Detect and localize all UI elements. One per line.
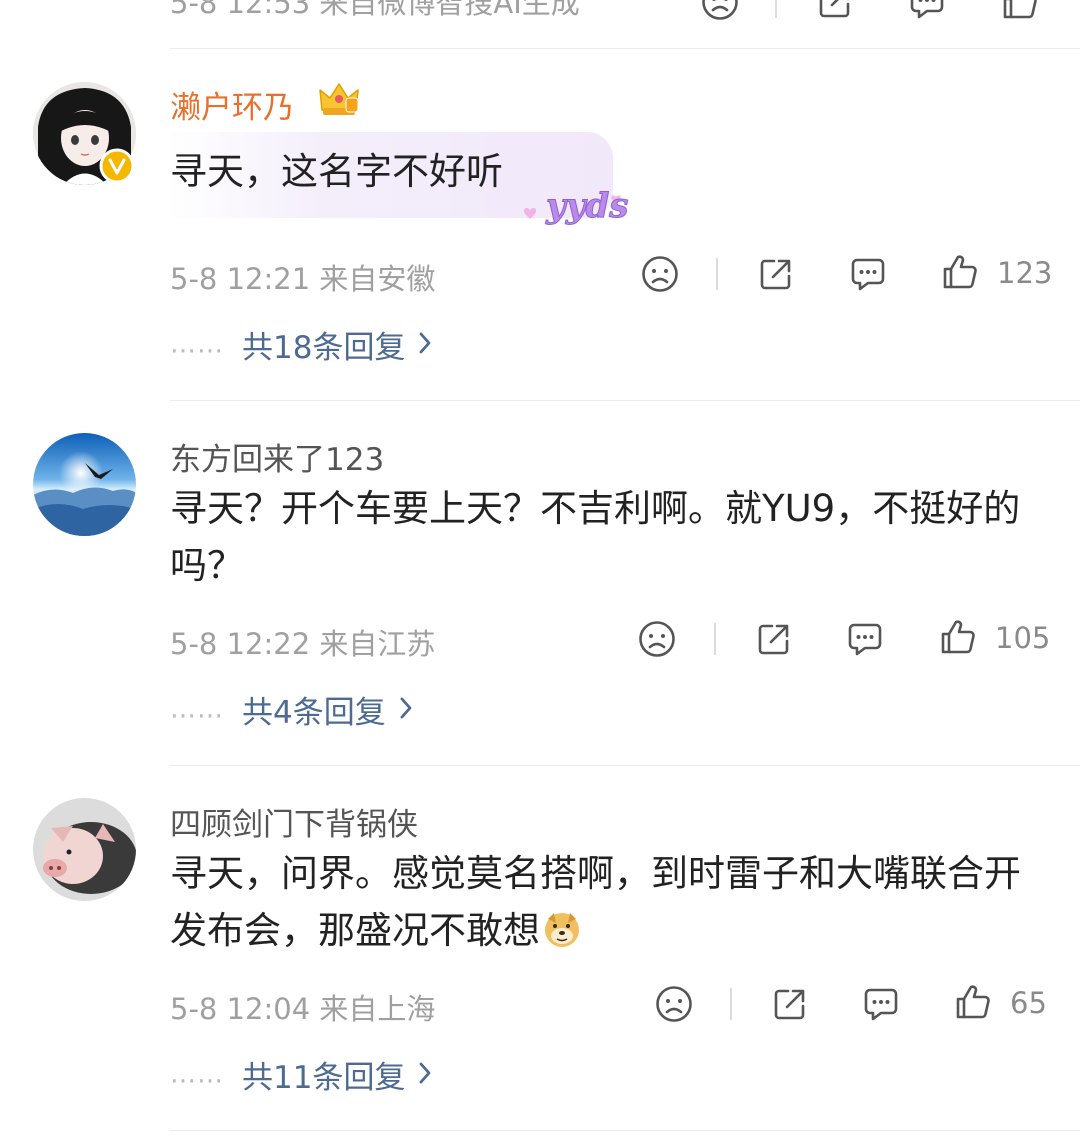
share-icon[interactable] xyxy=(815,0,855,26)
comment-text-content: 寻天，问界。感觉莫名搭啊，到时雷子和大嘴联合开发布会，那盛况不敢想 xyxy=(170,852,1021,952)
sad-face-icon[interactable] xyxy=(637,619,677,659)
timestamp: 5-8 12:22 xyxy=(170,627,311,661)
username[interactable]: 濑户环乃 xyxy=(170,82,294,127)
sad-face-icon[interactable] xyxy=(654,984,694,1024)
divider xyxy=(170,1130,1080,1131)
comment-icon[interactable] xyxy=(845,619,885,659)
comment-meta: 5-8 12:22 来自江苏 xyxy=(170,621,435,663)
replies-count-label[interactable]: 共11条回复 xyxy=(242,1060,405,1096)
replies-count-label[interactable]: 共18条回复 xyxy=(242,330,405,366)
replies-count-label[interactable]: 共4条回复 xyxy=(242,695,386,731)
thumbs-up-icon[interactable] xyxy=(940,252,980,292)
sad-face-icon[interactable] xyxy=(640,254,680,294)
previous-comment-footer: 5-8 12:53 来自微博智搜AI生成 xyxy=(0,0,1080,48)
comment-icon[interactable] xyxy=(861,984,901,1024)
share-icon[interactable] xyxy=(770,984,810,1024)
sad-face-icon[interactable] xyxy=(700,0,740,26)
action-separator xyxy=(716,258,718,290)
timestamp: 5-8 12:21 xyxy=(170,262,311,296)
replies-dots: …… xyxy=(170,1059,224,1090)
location: 来自上海 xyxy=(319,992,436,1026)
comment-meta: 5-8 12:53 来自微博智搜AI生成 xyxy=(170,0,580,20)
like-count: 105 xyxy=(995,621,1051,655)
comment-text: 寻天，问界。感觉莫名搭啊，到时雷子和大嘴联合开发布会，那盛况不敢想 xyxy=(170,845,1055,959)
replies-dots: …… xyxy=(170,694,224,725)
share-icon[interactable] xyxy=(756,254,796,294)
doge-emoji-icon xyxy=(545,913,579,947)
divider xyxy=(170,765,1080,766)
like-count: 123 xyxy=(997,256,1053,290)
timestamp: 5-8 12:04 xyxy=(170,992,311,1026)
like-count: 65 xyxy=(1010,986,1047,1020)
action-separator xyxy=(730,988,732,1020)
comment-meta: 5-8 12:21 来自安徽 xyxy=(170,256,435,298)
chevron-right-icon xyxy=(396,693,416,727)
location: 来自江苏 xyxy=(319,627,436,661)
thumbs-up-icon[interactable] xyxy=(938,617,978,657)
yyds-sticker: yyds xyxy=(523,186,629,227)
comment-meta: 5-8 12:04 来自上海 xyxy=(170,986,435,1028)
comment-text: 寻天？开个车要上天？不吉利啊。就YU9，不挺好的吗？ xyxy=(170,487,1021,587)
view-replies-link[interactable]: …… 共18条回复 xyxy=(170,322,435,367)
action-separator xyxy=(775,0,777,18)
replies-dots: …… xyxy=(170,329,224,360)
crown-badge-icon[interactable] xyxy=(318,80,360,118)
thumbs-up-icon[interactable] xyxy=(953,982,993,1022)
comment-icon[interactable] xyxy=(848,254,888,294)
svg-text:yyds: yyds xyxy=(545,186,628,226)
verified-v-icon xyxy=(99,148,135,184)
view-replies-link[interactable]: …… 共4条回复 xyxy=(170,687,416,732)
divider xyxy=(170,48,1080,49)
avatar[interactable] xyxy=(33,798,136,901)
username[interactable]: 东方回来了123 xyxy=(170,434,384,479)
divider xyxy=(170,400,1080,401)
thumbs-up-icon[interactable] xyxy=(1000,0,1040,26)
action-separator xyxy=(714,623,716,655)
username[interactable]: 四顾剑门下背锅侠 xyxy=(170,799,418,844)
avatar[interactable] xyxy=(33,433,136,536)
chevron-right-icon xyxy=(415,1058,435,1092)
comment-icon[interactable] xyxy=(907,0,947,26)
location: 来自安徽 xyxy=(319,262,436,296)
view-replies-link[interactable]: …… 共11条回复 xyxy=(170,1052,435,1097)
share-icon[interactable] xyxy=(754,619,794,659)
chevron-right-icon xyxy=(415,328,435,362)
